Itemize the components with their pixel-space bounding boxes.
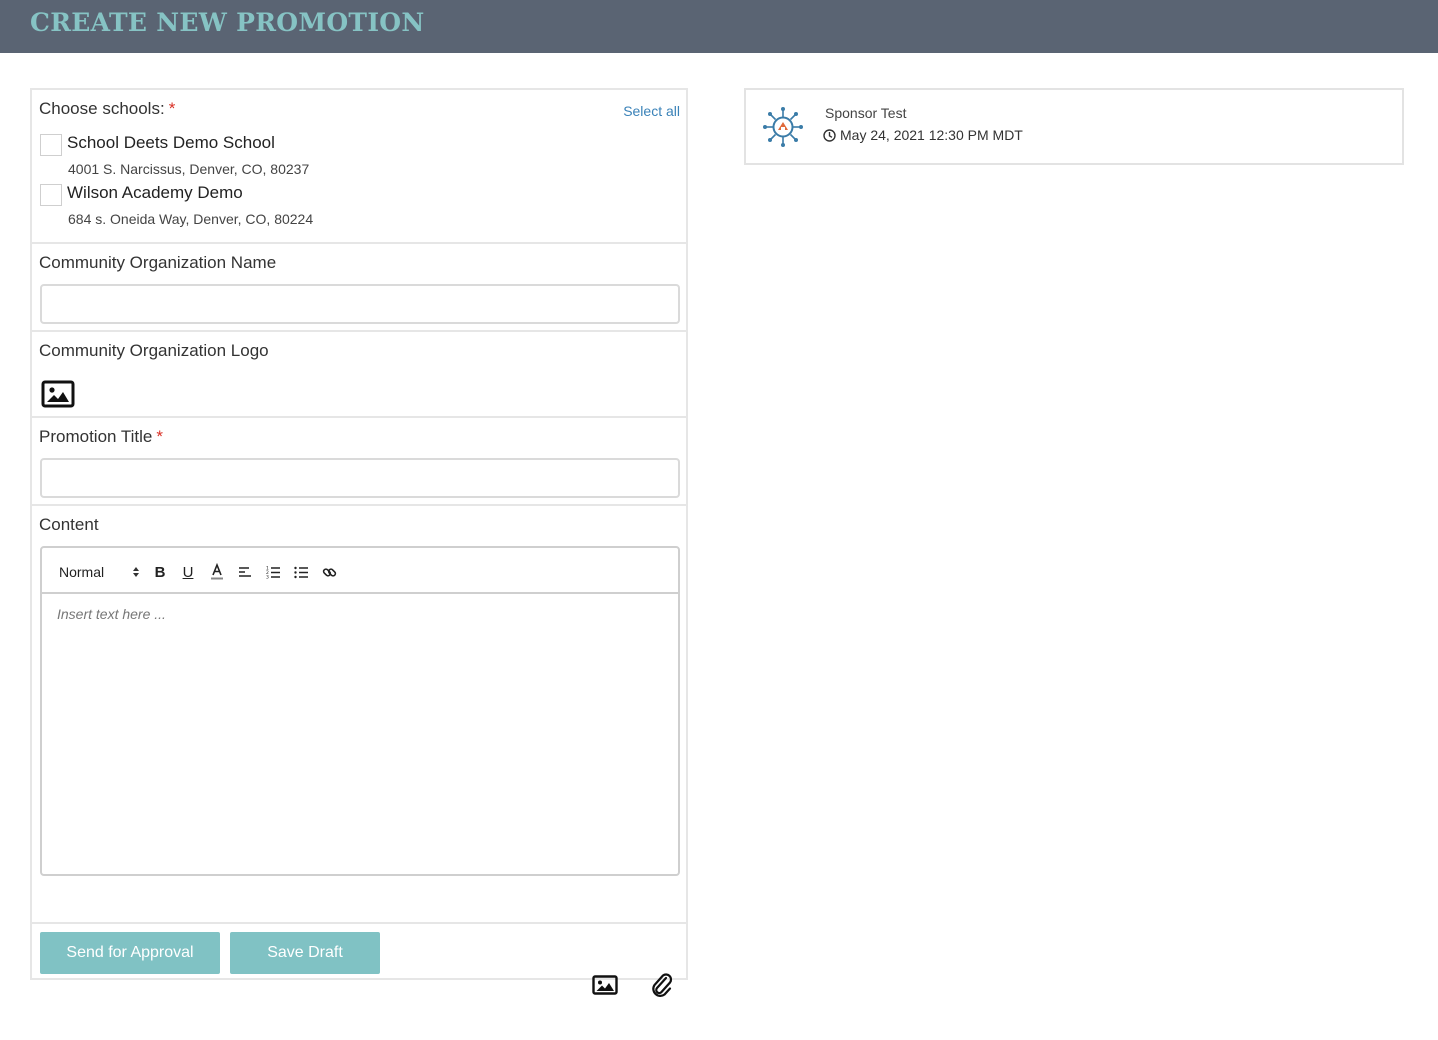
format-select-arrows-icon[interactable] bbox=[132, 562, 140, 582]
org-name-label: Community Organization Name bbox=[39, 253, 277, 272]
ordered-list-icon: 1 2 3 bbox=[266, 566, 280, 580]
required-mark: * bbox=[168, 99, 176, 118]
sponsor-logo-icon bbox=[763, 107, 803, 147]
sponsor-name: Sponsor Test bbox=[825, 105, 907, 121]
promotion-date: May 24, 2021 12:30 PM MDT bbox=[823, 127, 1023, 143]
school-address: 684 s. Oneida Way, Denver, CO, 80224 bbox=[68, 211, 314, 227]
actions-section: Send for Approval Save Draft bbox=[32, 924, 686, 980]
bullet-list-icon bbox=[293, 566, 308, 579]
clock-icon bbox=[823, 128, 836, 142]
promo-title-label: Promotion Title * bbox=[39, 427, 164, 446]
editor-placeholder[interactable]: Insert text here ... bbox=[57, 606, 166, 622]
page-header: CREATE NEW PROMOTION bbox=[0, 0, 1438, 53]
org-logo-label: Community Organization Logo bbox=[39, 341, 269, 360]
rich-text-editor: Normal B U 1 2 3 Insert text here ... bbox=[40, 546, 680, 876]
font-color-icon bbox=[211, 563, 223, 580]
school-address: 4001 S. Narcissus, Denver, CO, 80237 bbox=[68, 161, 310, 177]
org-name-input[interactable] bbox=[40, 284, 680, 324]
underline-button[interactable]: U bbox=[179, 562, 197, 582]
image-icon[interactable] bbox=[41, 380, 75, 408]
promotion-form: Choose schools: * Select all School Deets… bbox=[30, 88, 688, 997]
align-left-icon bbox=[239, 567, 251, 577]
content-section: Content Normal B U 1 2 3 Insert text her… bbox=[32, 506, 686, 997]
font-color-button[interactable] bbox=[208, 562, 226, 582]
schools-label: Choose schools: * bbox=[39, 99, 176, 118]
content-label: Content bbox=[39, 515, 99, 534]
link-icon bbox=[322, 567, 336, 577]
link-button[interactable] bbox=[320, 562, 338, 582]
date-text: May 24, 2021 12:30 PM MDT bbox=[840, 127, 1023, 143]
save-draft-button[interactable]: Save Draft bbox=[230, 932, 380, 974]
align-button[interactable] bbox=[236, 562, 254, 582]
school-name: Wilson Academy Demo bbox=[67, 183, 243, 202]
org-logo-section: Community Organization Logo bbox=[32, 332, 686, 418]
select-all-link[interactable]: Select all bbox=[623, 103, 680, 119]
ordered-list-button[interactable]: 1 2 3 bbox=[264, 562, 282, 582]
editor-toolbar: Normal B U 1 2 3 bbox=[42, 548, 678, 594]
page-title: CREATE NEW PROMOTION bbox=[30, 8, 425, 37]
org-name-section: Community Organization Name bbox=[32, 244, 686, 332]
promotion-preview-card[interactable]: Sponsor Test May 24, 2021 12:30 PM MDT bbox=[744, 88, 1404, 165]
svg-text:3: 3 bbox=[266, 575, 269, 580]
school-name: School Deets Demo School bbox=[67, 133, 275, 152]
school-checkbox[interactable] bbox=[40, 134, 62, 156]
bullet-list-button[interactable] bbox=[292, 562, 310, 582]
bold-button[interactable]: B bbox=[151, 562, 169, 582]
school-checkbox[interactable] bbox=[40, 184, 62, 206]
format-select[interactable]: Normal bbox=[59, 562, 104, 582]
promo-title-section: Promotion Title * bbox=[32, 418, 686, 506]
schools-section: Choose schools: * Select all School Deets… bbox=[32, 90, 686, 244]
promo-title-input[interactable] bbox=[40, 458, 680, 498]
send-for-approval-button[interactable]: Send for Approval bbox=[40, 932, 220, 974]
required-mark: * bbox=[156, 427, 164, 446]
